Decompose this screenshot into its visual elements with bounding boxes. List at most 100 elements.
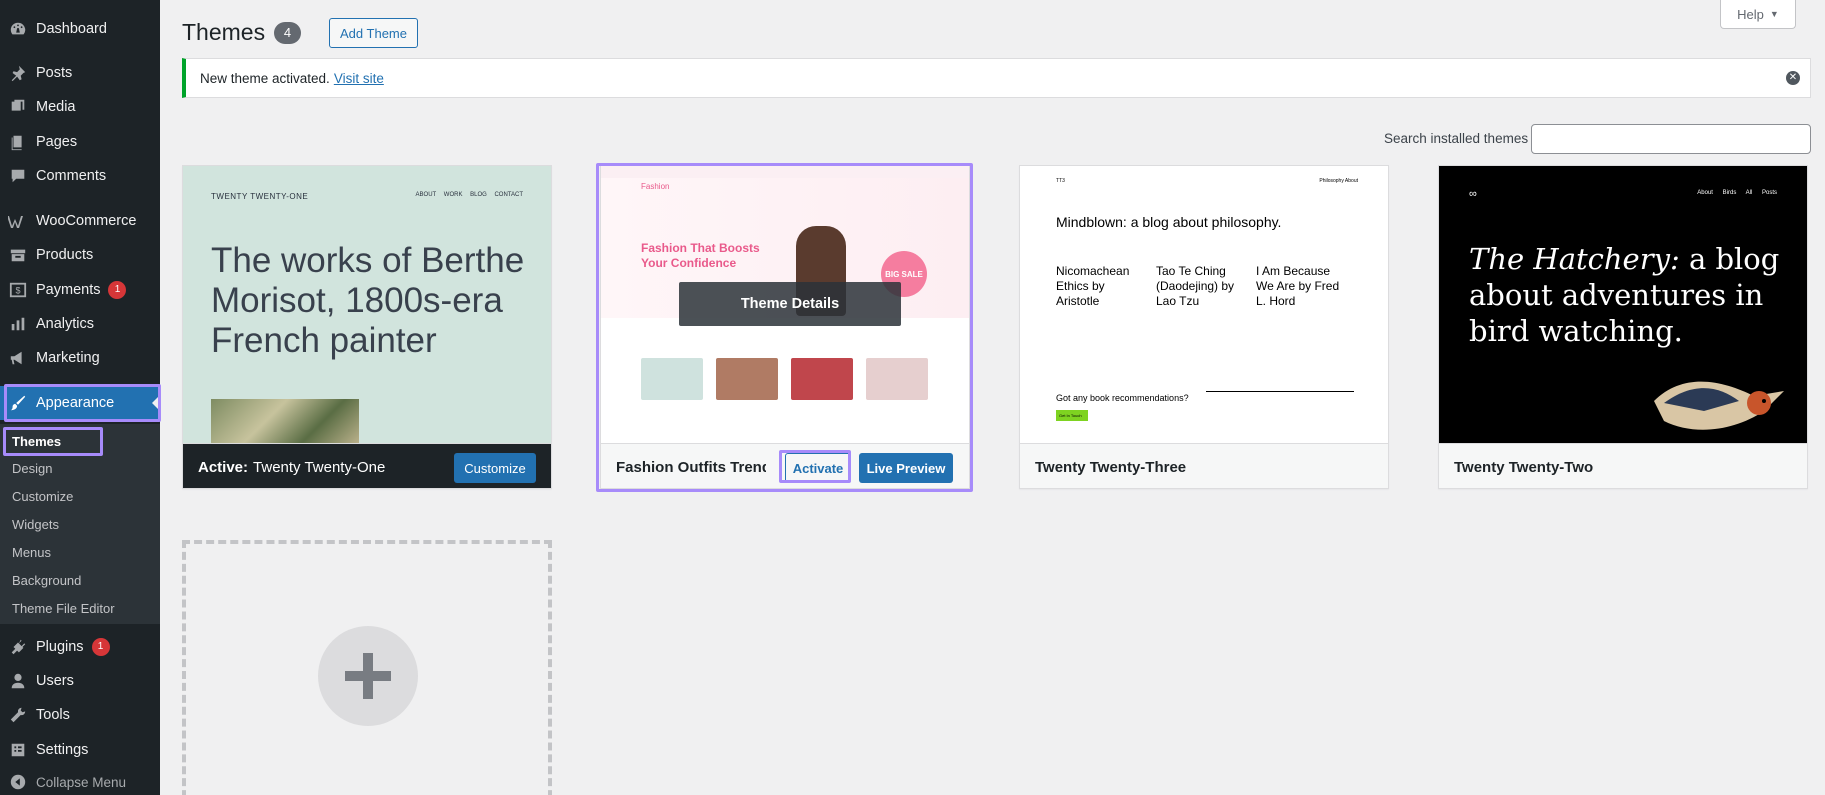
submenu-themes[interactable]: Themes bbox=[12, 434, 61, 449]
preview-product-image bbox=[716, 358, 778, 400]
theme-screenshot[interactable]: ∞ About Birds All Posts The Hatchery: a … bbox=[1439, 166, 1807, 443]
menu-tools[interactable]: Tools bbox=[0, 698, 160, 732]
notification-badge: 1 bbox=[91, 638, 110, 656]
menu-plugins[interactable]: Plugins 1 bbox=[0, 630, 160, 664]
menu-settings[interactable]: Settings bbox=[0, 733, 160, 767]
live-preview-button[interactable]: Live Preview bbox=[859, 453, 953, 483]
theme-name: Twenty Twenty-One bbox=[253, 458, 386, 476]
preview-product-image bbox=[866, 358, 928, 400]
preview-nav: Philosophy About bbox=[1319, 178, 1358, 184]
menu-payments[interactable]: $ Payments 1 bbox=[0, 273, 160, 307]
menu-collapse[interactable]: Collapse Menu bbox=[0, 765, 160, 795]
plus-icon[interactable] bbox=[318, 626, 418, 726]
submenu-design[interactable]: Design bbox=[12, 461, 52, 476]
submenu-theme-file-editor[interactable]: Theme File Editor bbox=[12, 601, 115, 616]
woo-icon bbox=[8, 211, 28, 231]
menu-appearance[interactable]: Appearance bbox=[0, 386, 160, 420]
theme-name: Twenty Twenty-Three bbox=[1035, 458, 1187, 476]
theme-card-twentytwentythree[interactable]: TT3 Philosophy About Mindblown: a blog a… bbox=[1019, 165, 1389, 489]
menu-label: Analytics bbox=[36, 316, 95, 332]
wrench-icon bbox=[8, 705, 28, 725]
dollar-icon: $ bbox=[8, 280, 28, 300]
collapse-icon bbox=[8, 772, 28, 792]
bird-illustration bbox=[1654, 381, 1784, 430]
menu-label: Posts bbox=[36, 65, 73, 81]
menu-pages[interactable]: Pages bbox=[0, 125, 160, 159]
theme-footer: Twenty Twenty-Two bbox=[1439, 443, 1807, 488]
menu-label: Payments bbox=[36, 282, 101, 298]
theme-footer: Twenty Twenty-Three bbox=[1020, 443, 1388, 488]
menu-marketing[interactable]: Marketing bbox=[0, 341, 160, 375]
caret-down-icon: ▼ bbox=[1769, 9, 1779, 19]
success-notice: New theme activated. Visit site ✕ bbox=[182, 58, 1811, 98]
menu-label: Appearance bbox=[36, 395, 115, 411]
notice-text: New theme activated. bbox=[200, 70, 330, 86]
theme-card-twentytwentytwo[interactable]: ∞ About Birds All Posts The Hatchery: a … bbox=[1438, 165, 1808, 489]
menu-woocommerce[interactable]: WooCommerce bbox=[0, 204, 160, 238]
menu-label: Dashboard bbox=[36, 21, 107, 37]
notification-badge: 1 bbox=[108, 281, 127, 299]
theme-screenshot[interactable]: Fashion Fashion That Boosts Your Confide… bbox=[601, 166, 969, 443]
theme-screenshot[interactable]: TT3 Philosophy About Mindblown: a blog a… bbox=[1020, 166, 1388, 443]
user-icon bbox=[8, 671, 28, 691]
theme-card-twentytwentyone[interactable]: TWENTY TWENTY-ONE ABOUT WORK BLOG CONTAC… bbox=[182, 165, 552, 489]
theme-screenshot[interactable]: TWENTY TWENTY-ONE ABOUT WORK BLOG CONTAC… bbox=[183, 166, 551, 443]
customize-button[interactable]: Customize bbox=[454, 453, 536, 483]
dismiss-icon[interactable]: ✕ bbox=[1786, 71, 1800, 85]
menu-label: Plugins bbox=[36, 639, 84, 655]
current-menu-arrow bbox=[152, 395, 160, 411]
preview-cta-button: Get In Touch bbox=[1056, 410, 1088, 421]
preview-product-image bbox=[791, 358, 853, 400]
activate-button[interactable]: Activate bbox=[785, 453, 851, 483]
active-label: Active: bbox=[198, 458, 249, 476]
preview-post-title: Nicomachean Ethics by Aristotle bbox=[1056, 264, 1130, 308]
menu-users[interactable]: Users bbox=[0, 664, 160, 698]
appearance-submenu: Themes Design Customize Widgets Menus Ba… bbox=[0, 424, 160, 624]
menu-comments[interactable]: Comments bbox=[0, 159, 160, 193]
submenu-customize[interactable]: Customize bbox=[12, 489, 73, 504]
svg-text:$: $ bbox=[15, 286, 20, 296]
preview-hero: The works of Berthe Morisot, 1800s-era F… bbox=[211, 241, 525, 360]
preview-cta: Got any book recommendations? bbox=[1056, 393, 1189, 403]
menu-products[interactable]: Products bbox=[0, 238, 160, 272]
theme-count-badge: 4 bbox=[274, 22, 301, 44]
chart-bar-icon bbox=[8, 314, 28, 334]
submenu-background[interactable]: Background bbox=[12, 573, 81, 588]
theme-card-fashion-outfits-trend[interactable]: Fashion Fashion That Boosts Your Confide… bbox=[600, 165, 970, 489]
help-tab[interactable]: Help ▼ bbox=[1720, 0, 1796, 29]
theme-details-overlay[interactable]: Theme Details bbox=[679, 282, 901, 326]
menu-label: Products bbox=[36, 247, 94, 263]
preview-brand: TWENTY TWENTY-ONE bbox=[211, 192, 309, 201]
page-title: Themes bbox=[182, 19, 266, 45]
menu-media[interactable]: Media bbox=[0, 90, 160, 124]
preview-cta-label: Get In Touch bbox=[1059, 413, 1082, 418]
preview-hero-em: The Hatchery: bbox=[1469, 242, 1680, 276]
visit-site-link[interactable]: Visit site bbox=[334, 71, 384, 86]
preview-divider bbox=[1206, 391, 1354, 392]
menu-label: Comments bbox=[36, 168, 107, 184]
preview-headline: Mindblown: a blog about philosophy. bbox=[1056, 214, 1282, 230]
preview-hero: The Hatchery: a blog about adventures in… bbox=[1469, 241, 1789, 349]
menu-posts[interactable]: Posts bbox=[0, 56, 160, 90]
preview-headline: Fashion That Boosts Your Confidence bbox=[641, 241, 760, 270]
media-icon bbox=[8, 97, 28, 117]
pages-icon bbox=[8, 132, 28, 152]
theme-footer: Active: Twenty Twenty-One Customize bbox=[183, 443, 551, 488]
theme-name: Twenty Twenty-Two bbox=[1454, 458, 1594, 476]
menu-label: Users bbox=[36, 673, 74, 689]
menu-label: Pages bbox=[36, 134, 78, 150]
glasses-icon: ∞ bbox=[1469, 188, 1477, 200]
search-label: Search installed themes bbox=[1384, 131, 1529, 146]
add-new-theme-card[interactable] bbox=[182, 540, 552, 795]
theme-name: Fashion Outfits Trend bbox=[616, 458, 766, 476]
admin-sidebar: Dashboard Posts Media Pages Comments Woo… bbox=[0, 0, 161, 795]
menu-analytics[interactable]: Analytics bbox=[0, 307, 160, 341]
menu-dashboard[interactable]: Dashboard bbox=[0, 12, 160, 46]
submenu-menus[interactable]: Menus bbox=[12, 545, 51, 560]
submenu-widgets[interactable]: Widgets bbox=[12, 517, 59, 532]
add-theme-button[interactable]: Add Theme bbox=[329, 18, 418, 48]
settings-icon bbox=[8, 740, 28, 760]
search-themes-input[interactable] bbox=[1531, 124, 1811, 154]
menu-label: Media bbox=[36, 99, 76, 115]
menu-label: Settings bbox=[36, 742, 89, 758]
